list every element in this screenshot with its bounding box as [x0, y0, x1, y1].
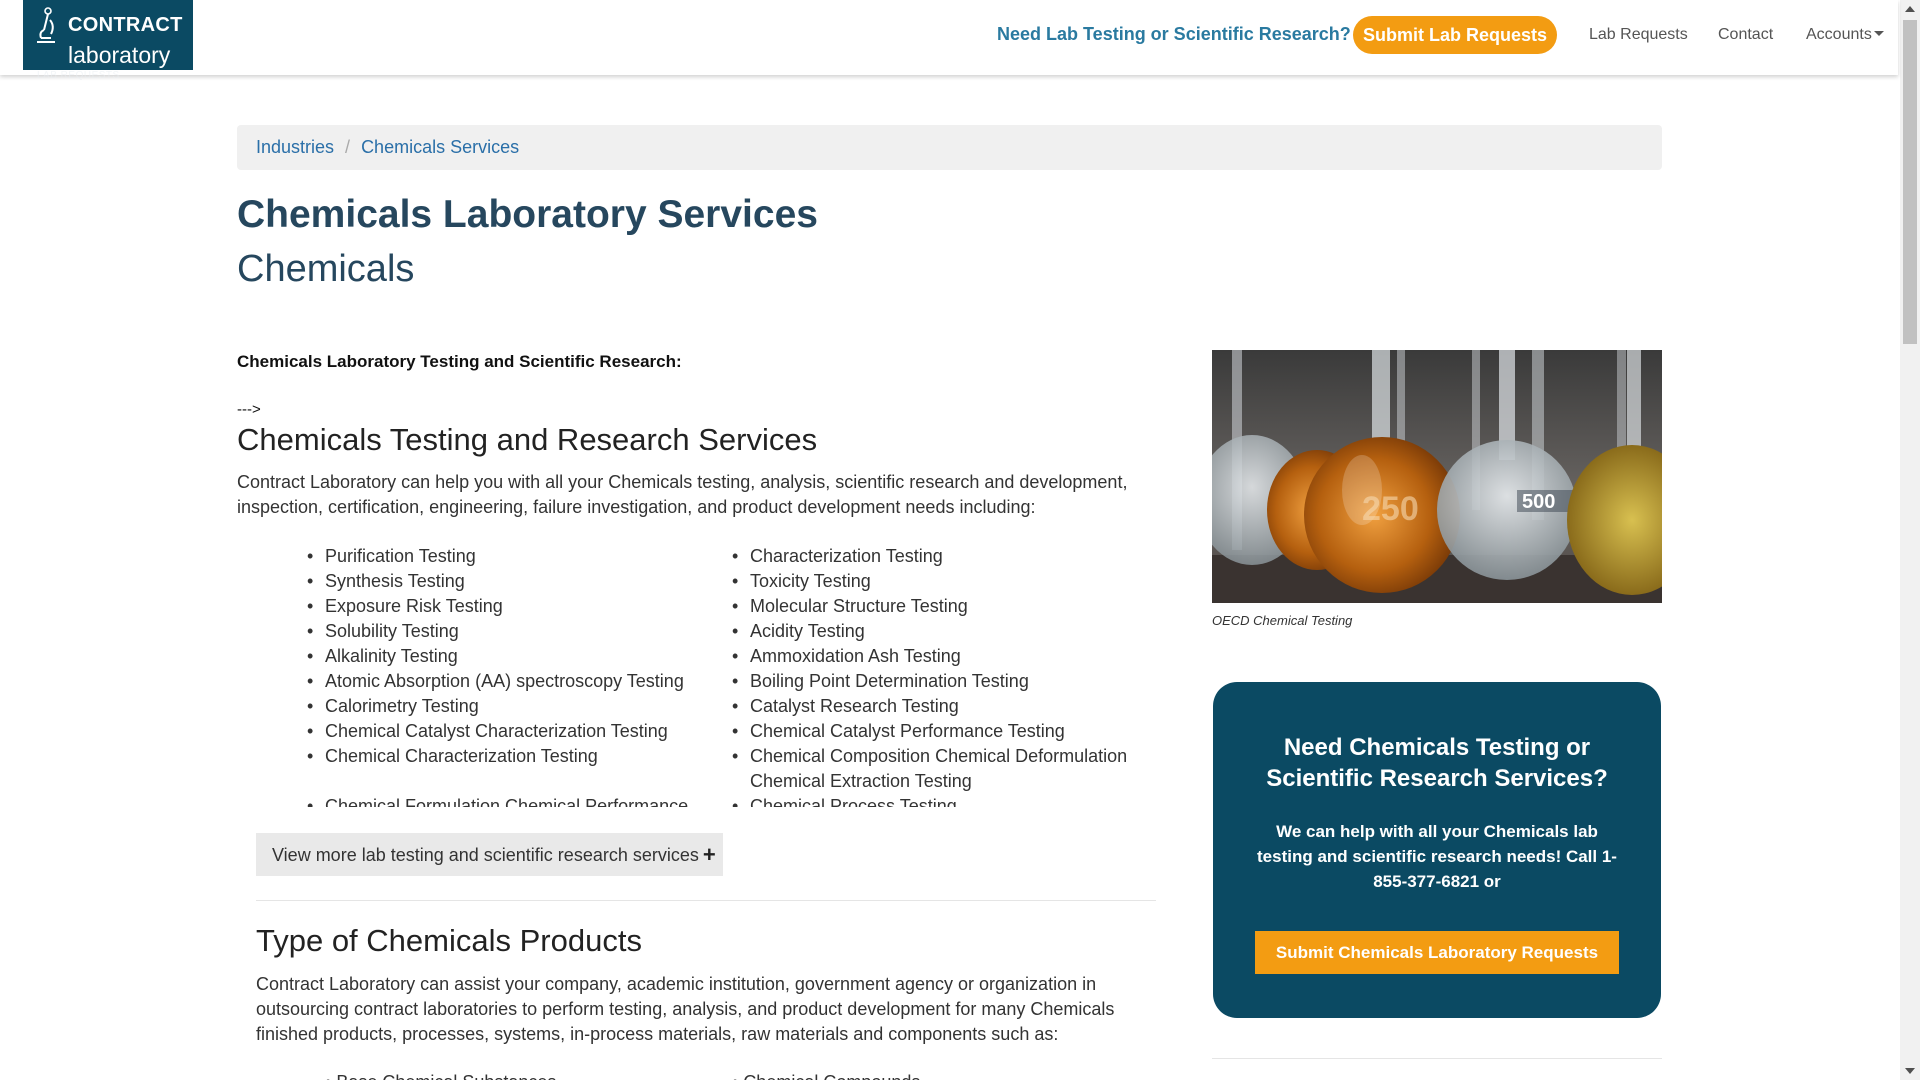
- arrow-text: --->: [237, 401, 261, 418]
- services-left-column: Purification Testing Synthesis Testing E…: [307, 544, 688, 807]
- sidebar-divider: [1212, 1058, 1662, 1059]
- nav-accounts-dropdown[interactable]: Accounts: [1806, 26, 1884, 44]
- list-item: Calorimetry Testing: [307, 694, 688, 719]
- submit-lab-requests-button[interactable]: Submit Lab Requests: [1353, 16, 1557, 54]
- breadcrumb-separator: /: [345, 137, 351, 157]
- page-scrollbar[interactable]: [1900, 0, 1920, 1080]
- list-item: Chemical Process Testing: [732, 794, 1127, 807]
- scrollbar-thumb[interactable]: [1903, 20, 1917, 344]
- cta-card: Need Chemicals Testing or Scientific Res…: [1213, 682, 1661, 1018]
- site-logo[interactable]: CONTRACT laboratory LAB REQUESTS: [23, 0, 193, 81]
- list-item: Chemical Extraction Testing: [750, 771, 972, 791]
- breadcrumb: Industries / Chemicals Services: [237, 125, 1662, 170]
- view-more-label: View more lab testing and scientific res…: [272, 845, 699, 865]
- logo-text-contract: CONTRACT: [68, 14, 183, 36]
- list-item: Chemical Catalyst Characterization Testi…: [307, 719, 688, 744]
- list-item: Acidity Testing: [732, 619, 1127, 644]
- nav-lab-requests[interactable]: Lab Requests: [1589, 26, 1688, 44]
- nav-accounts-label: Accounts: [1806, 26, 1872, 43]
- list-item: Atomic Absorption (AA) spectroscopy Test…: [307, 669, 688, 694]
- list-item: Chemical Composition Chemical Deformulat…: [732, 744, 1127, 769]
- services-list: Purification Testing Synthesis Testing E…: [237, 544, 1157, 807]
- section-heading: Chemicals Testing and Research Services: [237, 422, 818, 457]
- list-item: Synthesis Testing: [307, 569, 688, 594]
- list-item: Characterization Testing: [732, 544, 1127, 569]
- services-right-column: Characterization Testing Toxicity Testin…: [732, 544, 1127, 807]
- microscope-icon: [37, 7, 55, 43]
- list-item: Boiling Point Determination Testing: [732, 669, 1127, 694]
- logo-tagline: LAB REQUESTS: [37, 70, 120, 81]
- flasks-illustration: 250 500: [1212, 350, 1662, 603]
- list-item: Ammoxidation Ash Testing: [732, 644, 1127, 669]
- intro-heading: Chemicals Laboratory Testing and Scienti…: [237, 352, 682, 371]
- nav-cta-text[interactable]: Need Lab Testing or Scientific Research?: [997, 24, 1351, 45]
- cta-card-text: We can help with all your Chemicals lab …: [1257, 822, 1617, 891]
- top-navbar: CONTRACT laboratory LAB REQUESTS Need La…: [0, 0, 1898, 81]
- list-item: Chemical Formulation Chemical Performanc…: [307, 794, 688, 807]
- list-item: Solubility Testing: [307, 619, 688, 644]
- view-more-services-button[interactable]: View more lab testing and scientific res…: [256, 833, 723, 876]
- scroll-up-arrow-icon[interactable]: [1905, 6, 1915, 12]
- svg-text:250: 250: [1362, 490, 1419, 528]
- breadcrumb-chemicals-services[interactable]: Chemicals Services: [361, 137, 519, 157]
- products-item-left: Base Chemical Substances: [336, 1072, 556, 1080]
- svg-text:500: 500: [1522, 491, 1555, 513]
- list-item: Purification Testing: [307, 544, 688, 569]
- list-item: Alkalinity Testing: [307, 644, 688, 669]
- section-divider: [256, 900, 1156, 901]
- products-heading: Type of Chemicals Products: [256, 923, 642, 958]
- logo-text-laboratory: laboratory: [68, 42, 171, 68]
- list-item: Chemical Characterization Testing: [307, 744, 688, 769]
- plus-icon: +: [702, 842, 716, 867]
- list-item: Catalyst Research Testing: [732, 694, 1127, 719]
- chemical-flasks-image: 250 500: [1212, 350, 1662, 603]
- submit-chemicals-requests-button[interactable]: Submit Chemicals Laboratory Requests: [1255, 931, 1619, 974]
- breadcrumb-industries[interactable]: Industries: [256, 137, 334, 157]
- cta-card-title: Need Chemicals Testing or Scientific Res…: [1266, 734, 1608, 792]
- list-item: Toxicity Testing: [732, 569, 1127, 594]
- nav-contact[interactable]: Contact: [1718, 26, 1773, 44]
- page-title: Chemicals Laboratory Services: [237, 193, 818, 236]
- list-item: Molecular Structure Testing: [732, 594, 1127, 619]
- products-item-right: Chemical Compounds: [743, 1072, 920, 1080]
- list-item: Exposure Risk Testing: [307, 594, 688, 619]
- photo-caption: OECD Chemical Testing: [1212, 613, 1353, 628]
- scroll-down-arrow-icon[interactable]: [1905, 1068, 1915, 1074]
- caret-down-icon: [1873, 30, 1884, 36]
- section-paragraph: Contract Laboratory can help you with al…: [237, 472, 1128, 517]
- list-item: • Base Chemical Substances: [325, 1072, 556, 1080]
- list-item: Chemical Catalyst Performance Testing: [732, 719, 1127, 744]
- products-paragraph: Contract Laboratory can assist your comp…: [256, 974, 1115, 1044]
- list-item: • Chemical Compounds: [732, 1072, 920, 1080]
- page-subtitle: Chemicals: [237, 248, 415, 290]
